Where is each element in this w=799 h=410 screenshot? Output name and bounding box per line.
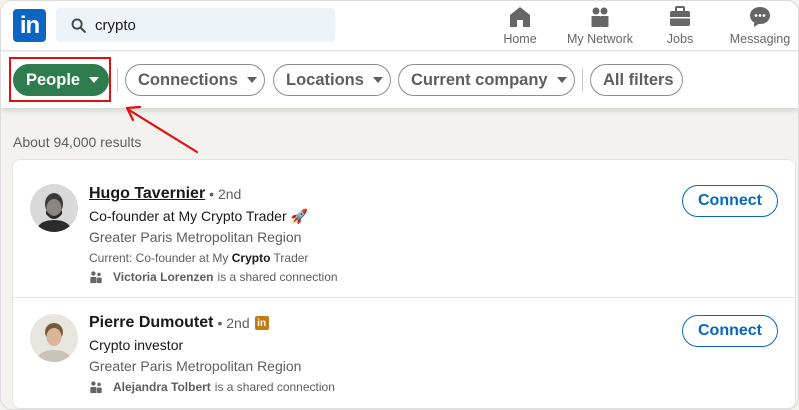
results-card: Hugo Tavernier • 2nd Co-founder at My Cr… (12, 159, 796, 409)
briefcase-icon (670, 6, 690, 26)
nav-jobs-label: Jobs (666, 32, 694, 46)
message-icon (750, 7, 770, 27)
results-count: About 94,000 results (13, 134, 142, 150)
search-result-row: Pierre Dumoutet • 2nd in Crypto investor… (13, 298, 795, 408)
shared-connection-text: is a shared connection (217, 270, 338, 284)
search-box[interactable] (56, 8, 335, 42)
search-icon (71, 18, 86, 33)
filter-current-company[interactable]: Current company (398, 64, 575, 96)
result-name-link[interactable]: Pierre Dumoutet (89, 314, 213, 332)
result-name-line: Pierre Dumoutet • 2nd in (89, 314, 269, 332)
filter-connections[interactable]: Connections (125, 64, 265, 96)
caret-down-icon (246, 77, 257, 83)
annotation-highlight-box (9, 57, 111, 102)
connection-degree: • 2nd (209, 186, 242, 202)
shared-connection[interactable]: Victoria Lorenzen is a shared connection (89, 270, 338, 284)
nav-messaging[interactable]: Messaging (725, 5, 795, 47)
nav-my-network[interactable]: My Network (563, 5, 637, 47)
people-icon (90, 381, 102, 394)
result-headline: Crypto investor (89, 337, 184, 353)
shared-connection-name: Alejandra Tolbert (113, 380, 211, 394)
search-input[interactable] (95, 16, 315, 34)
nav-messaging-label: Messaging (729, 32, 791, 46)
result-headline: Co-founder at My Crypto Trader 🚀 (89, 208, 308, 224)
filter-current-company-label: Current company (411, 70, 548, 89)
search-result-row: Hugo Tavernier • 2nd Co-founder at My Cr… (13, 160, 795, 298)
filter-locations-label: Locations (286, 70, 364, 89)
linkedin-logo[interactable]: in (13, 9, 46, 42)
caret-down-icon (372, 77, 383, 83)
current-highlight: Crypto (231, 251, 271, 265)
shared-connection-text: is a shared connection (214, 380, 335, 394)
connect-button[interactable]: Connect (682, 185, 778, 217)
filter-all-filters[interactable]: All filters (590, 64, 683, 96)
nav-jobs[interactable]: Jobs (663, 5, 697, 47)
current-suffix: Trader (270, 251, 309, 265)
current-prefix: Current: Co-founder at My (89, 251, 232, 265)
top-nav: in Home My Network (1, 1, 798, 51)
filter-divider (117, 68, 118, 92)
filter-bar: People Connections Locations Current com… (1, 52, 798, 108)
filter-all-filters-label: All filters (603, 70, 674, 89)
linkedin-premium-badge-icon: in (254, 316, 269, 330)
app-window: in Home My Network (0, 0, 799, 410)
avatar[interactable] (30, 184, 78, 232)
result-name-line: Hugo Tavernier • 2nd (89, 185, 241, 203)
nav-home[interactable]: Home (501, 5, 539, 47)
filter-connections-label: Connections (138, 70, 238, 89)
result-current-position: Current: Co-founder at My Crypto Trader (89, 251, 308, 265)
avatar[interactable] (30, 314, 78, 362)
nav-my-network-label: My Network (567, 32, 633, 46)
shared-connection[interactable]: Alejandra Tolbert is a shared connection (89, 380, 335, 394)
home-icon (510, 7, 530, 27)
result-location: Greater Paris Metropolitan Region (89, 358, 302, 374)
result-name-link[interactable]: Hugo Tavernier (89, 185, 205, 203)
filter-locations[interactable]: Locations (273, 64, 391, 96)
connect-button[interactable]: Connect (682, 315, 778, 347)
result-location: Greater Paris Metropolitan Region (89, 229, 302, 245)
filter-divider (582, 68, 583, 92)
people-icon (90, 271, 102, 284)
caret-down-icon (556, 77, 567, 83)
nav-home-label: Home (503, 32, 537, 46)
shared-connection-name: Victoria Lorenzen (113, 270, 214, 284)
connection-degree: • 2nd (217, 315, 250, 331)
network-icon (591, 7, 609, 27)
